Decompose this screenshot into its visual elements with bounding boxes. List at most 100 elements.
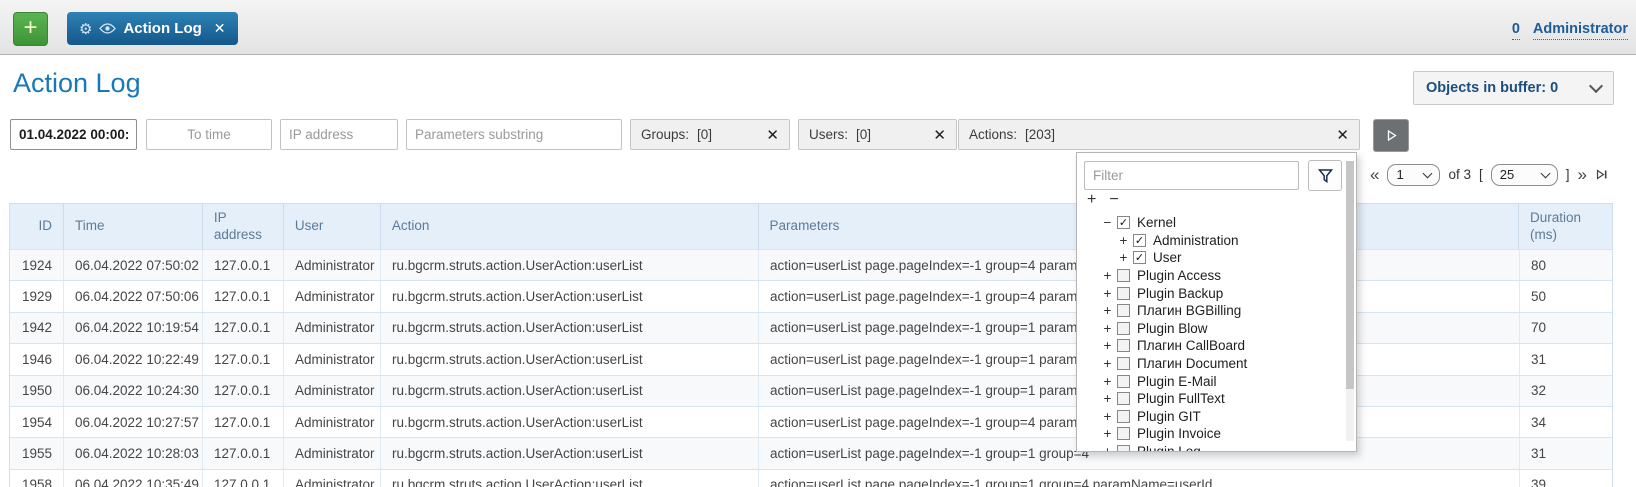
scrollbar-thumb[interactable] (1346, 161, 1354, 389)
tree-item-label[interactable]: User (1153, 250, 1182, 265)
tree-expander[interactable]: − (1102, 215, 1113, 230)
clear-actions-icon[interactable]: ✕ (1336, 126, 1349, 144)
groups-filter[interactable]: Groups: [0] ✕ (630, 119, 790, 150)
to-time-input[interactable] (146, 119, 272, 150)
tree-expander[interactable]: + (1118, 233, 1129, 248)
tree-item-label[interactable]: Plugin E-Mail (1137, 374, 1217, 389)
expand-all-button[interactable]: + (1087, 191, 1096, 209)
column-header-user: User (284, 204, 381, 249)
tree-checkbox[interactable]: ✓ (1117, 216, 1130, 229)
next-pages-icon[interactable]: » (1578, 166, 1587, 183)
page-size-select[interactable]: 25 (1491, 164, 1558, 186)
run-search-button[interactable] (1373, 119, 1409, 152)
tree-item-label[interactable]: Plugin Invoice (1137, 426, 1221, 441)
cell-duration: 80 (1520, 250, 1612, 280)
tree-item: + Плагин Document (1077, 355, 1344, 373)
table-row: 195506.04.2022 10:28:03127.0.0.1Administ… (10, 437, 1612, 468)
cell-id: 1954 (10, 407, 64, 437)
tree-expander[interactable]: + (1102, 409, 1113, 424)
tree-checkbox[interactable] (1117, 304, 1130, 317)
tree-checkbox[interactable] (1117, 269, 1130, 282)
tree-checkbox[interactable] (1117, 445, 1130, 451)
tree-expander[interactable]: + (1102, 286, 1113, 301)
tree-checkbox[interactable] (1117, 339, 1130, 352)
tree-expander[interactable]: + (1102, 391, 1113, 406)
first-page-icon[interactable]: « (1370, 166, 1379, 183)
cell-id: 1946 (10, 344, 64, 374)
tree-checkbox[interactable] (1117, 392, 1130, 405)
cell-time: 06.04.2022 07:50:06 (64, 281, 203, 311)
page-number-select[interactable]: 1 (1387, 164, 1440, 186)
tree-expander[interactable]: + (1102, 374, 1113, 389)
table-header-row: ID Time IP address User Action Parameter… (10, 204, 1612, 249)
tree-checkbox[interactable] (1117, 287, 1130, 300)
tree-checkbox[interactable]: ✓ (1133, 234, 1146, 247)
gear-icon[interactable]: ⚙ (79, 20, 92, 38)
cell-user: Administrator (284, 250, 381, 280)
cell-action: ru.bgcrm.struts.action.UserAction:userLi… (381, 344, 759, 374)
tree-filter-input[interactable] (1084, 161, 1299, 190)
tree-expander[interactable]: + (1102, 356, 1113, 371)
cell-ip: 127.0.0.1 (203, 407, 284, 437)
tree-expander[interactable]: + (1102, 321, 1113, 336)
tab-action-log[interactable]: ⚙ Action Log ✕ (67, 12, 238, 45)
funnel-icon (1318, 169, 1333, 183)
tree-expander[interactable]: + (1102, 303, 1113, 318)
objects-in-buffer-button[interactable]: Objects in buffer: 0 (1413, 71, 1614, 105)
tree-item-label[interactable]: Плагин CallBoard (1137, 338, 1245, 353)
parameters-substring-input[interactable] (406, 119, 622, 150)
tree-checkbox[interactable] (1117, 322, 1130, 335)
actions-filter[interactable]: Actions: [203] ✕ (958, 119, 1360, 150)
current-user-link[interactable]: Administrator (1533, 21, 1628, 40)
apply-filter-button[interactable] (1308, 160, 1342, 191)
tree-item-label[interactable]: Plugin Blow (1137, 321, 1208, 336)
last-page-icon[interactable] (1595, 168, 1608, 181)
tree-checkbox[interactable] (1117, 375, 1130, 388)
from-time-input[interactable] (10, 119, 137, 150)
tree-item: + Plugin Invoice (1077, 425, 1344, 443)
tree-expander[interactable]: + (1118, 250, 1129, 265)
cell-time: 06.04.2022 10:24:30 (64, 376, 203, 406)
tree-item-label[interactable]: Плагин Document (1137, 356, 1247, 371)
tree-checkbox[interactable] (1117, 357, 1130, 370)
tree-item-label[interactable]: Плагин BGBilling (1137, 303, 1241, 318)
add-tab-button[interactable]: + (13, 12, 48, 46)
tree-checkbox[interactable]: ✓ (1133, 251, 1146, 264)
collapse-all-button[interactable]: − (1109, 191, 1118, 209)
ip-address-input[interactable] (280, 119, 398, 150)
bracket-close: ] (1566, 167, 1570, 182)
cell-user: Administrator (284, 281, 381, 311)
tree-checkbox[interactable] (1117, 427, 1130, 440)
cell-id: 1950 (10, 376, 64, 406)
cell-duration: 34 (1520, 407, 1612, 437)
chevron-down-icon (1540, 168, 1550, 178)
tree-checkbox[interactable] (1117, 410, 1130, 423)
table-row: 194206.04.2022 10:19:54127.0.0.1Administ… (10, 312, 1612, 343)
cell-ip: 127.0.0.1 (203, 376, 284, 406)
clear-users-icon[interactable]: ✕ (933, 126, 946, 144)
notification-count-link[interactable]: 0 (1512, 21, 1520, 40)
actions-tree: −✓Kernel+✓Administration+✓User+Plugin Ac… (1077, 214, 1344, 451)
eye-icon[interactable] (99, 23, 116, 34)
tree-expander[interactable]: + (1102, 444, 1113, 451)
cell-action: ru.bgcrm.struts.action.UserAction:userLi… (381, 281, 759, 311)
tree-expander[interactable]: + (1102, 268, 1113, 283)
tree-item-label[interactable]: Plugin Backup (1137, 286, 1223, 301)
tree-item-label[interactable]: Plugin FullText (1137, 391, 1225, 406)
cell-params: action=userList page.pageIndex=-1 group=… (759, 470, 1520, 487)
clear-groups-icon[interactable]: ✕ (766, 126, 779, 144)
tree-item-label[interactable]: Plugin GIT (1137, 409, 1201, 424)
users-filter[interactable]: Users: [0] ✕ (798, 119, 957, 150)
tree-item-label[interactable]: Kernel (1137, 215, 1176, 230)
cell-user: Administrator (284, 470, 381, 487)
actions-count: [203] (1025, 127, 1055, 142)
tree-item-label[interactable]: Plugin Access (1137, 268, 1221, 283)
close-icon[interactable]: ✕ (214, 20, 226, 37)
table-row: 195406.04.2022 10:27:57127.0.0.1Administ… (10, 406, 1612, 437)
tree-item-label[interactable]: Plugin Log (1137, 444, 1201, 451)
tree-expander[interactable]: + (1102, 426, 1113, 441)
tree-item-label[interactable]: Administration (1153, 233, 1239, 248)
actions-label: Actions: (969, 127, 1017, 142)
cell-action: ru.bgcrm.struts.action.UserAction:userLi… (381, 470, 759, 487)
tree-expander[interactable]: + (1102, 338, 1113, 353)
